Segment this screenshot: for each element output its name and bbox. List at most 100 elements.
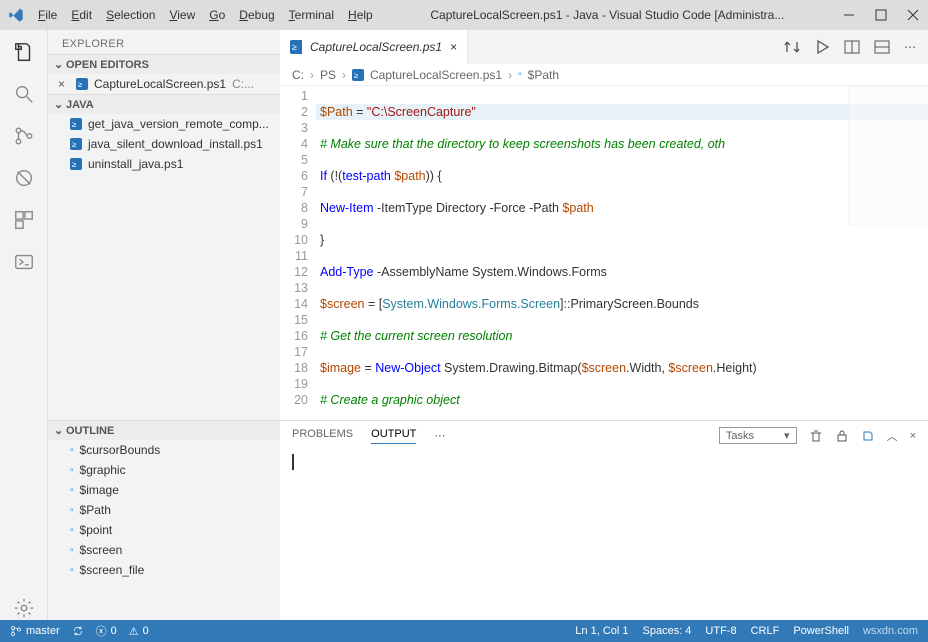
file-item[interactable]: ≥java_silent_download_install.ps1 [48,134,280,154]
variable-icon: ▫ [70,505,74,516]
powershell-file-icon: ≥ [70,158,82,170]
powershell-file-icon: ≥ [70,138,82,150]
menu-help[interactable]: Help [348,8,373,22]
editor-area: ≥ CaptureLocalScreen.ps1 × ⋯ C:› PS› ≥ C… [280,30,928,620]
menu-view[interactable]: View [169,8,195,22]
status-spaces[interactable]: Spaces: 4 [643,625,692,637]
vscode-logo-icon [8,7,24,23]
variable-icon: ▫ [70,545,74,556]
minimap[interactable] [848,86,928,226]
status-lncol[interactable]: Ln 1, Col 1 [575,625,628,637]
menu-debug[interactable]: Debug [239,8,274,22]
chevron-up-icon[interactable]: ︿ [887,428,898,444]
split-horizontal-icon[interactable] [874,39,890,55]
outline-item[interactable]: ▫$Path [48,500,280,520]
status-eol[interactable]: CRLF [751,625,780,637]
more-actions-icon[interactable]: ⋯ [904,40,916,54]
minimize-button[interactable] [842,8,856,22]
git-branch[interactable]: master [10,625,60,637]
watermark: wsxdn.com [863,625,918,637]
run-icon[interactable] [814,39,830,55]
tab-problems[interactable]: PROBLEMS [292,428,353,443]
bottom-panel: PROBLEMS OUTPUT ⋯ Tasks▾ ︿ × [280,420,928,620]
variable-icon: ▫ [70,445,74,456]
errors-count[interactable]: ⓧ 0 [96,623,117,639]
menu-go[interactable]: Go [209,8,225,22]
window-title: CaptureLocalScreen.ps1 - Java - Visual S… [387,8,828,22]
chevron-down-icon: ⌄ [54,424,62,437]
title-bar: File Edit Selection View Go Debug Termin… [0,0,928,30]
sync-icon[interactable] [72,625,84,637]
status-language[interactable]: PowerShell [793,625,849,637]
menu-selection[interactable]: Selection [106,8,155,22]
debug-icon[interactable] [12,166,36,190]
file-item[interactable]: ≥uninstall_java.ps1 [48,154,280,174]
settings-gear-icon[interactable] [12,596,36,620]
maximize-button[interactable] [874,8,888,22]
compare-changes-icon[interactable] [784,39,800,55]
file-item[interactable]: ≥get_java_version_remote_comp... [48,114,280,134]
outline-item[interactable]: ▫$point [48,520,280,540]
svg-text:≥: ≥ [292,42,297,52]
close-panel-icon[interactable]: × [910,430,916,442]
outline-item[interactable]: ▫$graphic [48,460,280,480]
tab-file[interactable]: ≥ CaptureLocalScreen.ps1 × [280,30,468,64]
explorer-sidebar: EXPLORER ⌄OPEN EDITORS × ≥ CaptureLocalS… [48,30,280,620]
status-encoding[interactable]: UTF-8 [705,625,736,637]
powershell-file-icon: ≥ [76,78,88,90]
close-tab-icon[interactable]: × [450,40,457,54]
svg-text:≥: ≥ [72,140,77,149]
search-icon[interactable] [12,82,36,106]
status-bar: master ⓧ 0 ⚠ 0 Ln 1, Col 1 Spaces: 4 UTF… [0,620,928,642]
activity-bar [0,30,48,620]
menu-terminal[interactable]: Terminal [289,8,334,22]
powershell-file-icon: ≥ [352,69,364,81]
tab-output[interactable]: OUTPUT [371,428,416,444]
close-button[interactable] [906,8,920,22]
chevron-down-icon: ▾ [784,429,790,442]
outline-section[interactable]: ⌄OUTLINE [48,420,280,440]
menu-edit[interactable]: Edit [71,8,92,22]
clear-output-icon[interactable] [809,429,823,443]
line-numbers: 12345678910 11121314151617181920 [280,86,316,420]
explorer-title: EXPLORER [48,30,280,54]
file-path: C:... [232,77,254,91]
outline-item[interactable]: ▫$screen [48,540,280,560]
outline-item[interactable]: ▫$screen_file [48,560,280,580]
powershell-icon[interactable] [12,250,36,274]
explorer-icon[interactable] [12,40,36,64]
svg-text:≥: ≥ [72,160,77,169]
file-name: CaptureLocalScreen.ps1 [94,77,226,91]
warnings-count[interactable]: ⚠ 0 [129,625,149,638]
powershell-file-icon: ≥ [290,41,302,53]
text-cursor [292,454,294,470]
tab-bar: ≥ CaptureLocalScreen.ps1 × ⋯ [280,30,928,64]
tab-label: CaptureLocalScreen.ps1 [310,40,442,54]
output-channel-select[interactable]: Tasks▾ [719,427,797,444]
svg-text:≥: ≥ [72,120,77,129]
powershell-file-icon: ≥ [70,118,82,130]
folder-section[interactable]: ⌄JAVA [48,94,280,114]
more-panel-icon[interactable]: ⋯ [434,429,445,442]
output-body[interactable] [280,450,928,620]
svg-text:≥: ≥ [78,80,83,89]
open-editor-item[interactable]: × ≥ CaptureLocalScreen.ps1 C:... [48,74,280,94]
source-control-icon[interactable] [12,124,36,148]
close-editor-icon[interactable]: × [58,77,70,91]
menu-file[interactable]: File [38,8,57,22]
variable-icon: ▫ [518,69,522,80]
open-editors-section[interactable]: ⌄OPEN EDITORS [48,54,280,74]
code-content[interactable]: $Path = "C:\ScreenCapture" # Make sure t… [316,86,928,420]
code-editor[interactable]: 12345678910 11121314151617181920 $Path =… [280,86,928,420]
chevron-down-icon: ⌄ [54,58,62,71]
outline-item[interactable]: ▫$cursorBounds [48,440,280,460]
outline-item[interactable]: ▫$image [48,480,280,500]
lock-scroll-icon[interactable] [835,429,849,443]
open-file-icon[interactable] [861,429,875,443]
extensions-icon[interactable] [12,208,36,232]
split-vertical-icon[interactable] [844,39,860,55]
svg-text:≥: ≥ [354,71,359,80]
breadcrumb[interactable]: C:› PS› ≥ CaptureLocalScreen.ps1› ▫ $Pat… [280,64,928,86]
variable-icon: ▫ [70,485,74,496]
variable-icon: ▫ [70,465,74,476]
